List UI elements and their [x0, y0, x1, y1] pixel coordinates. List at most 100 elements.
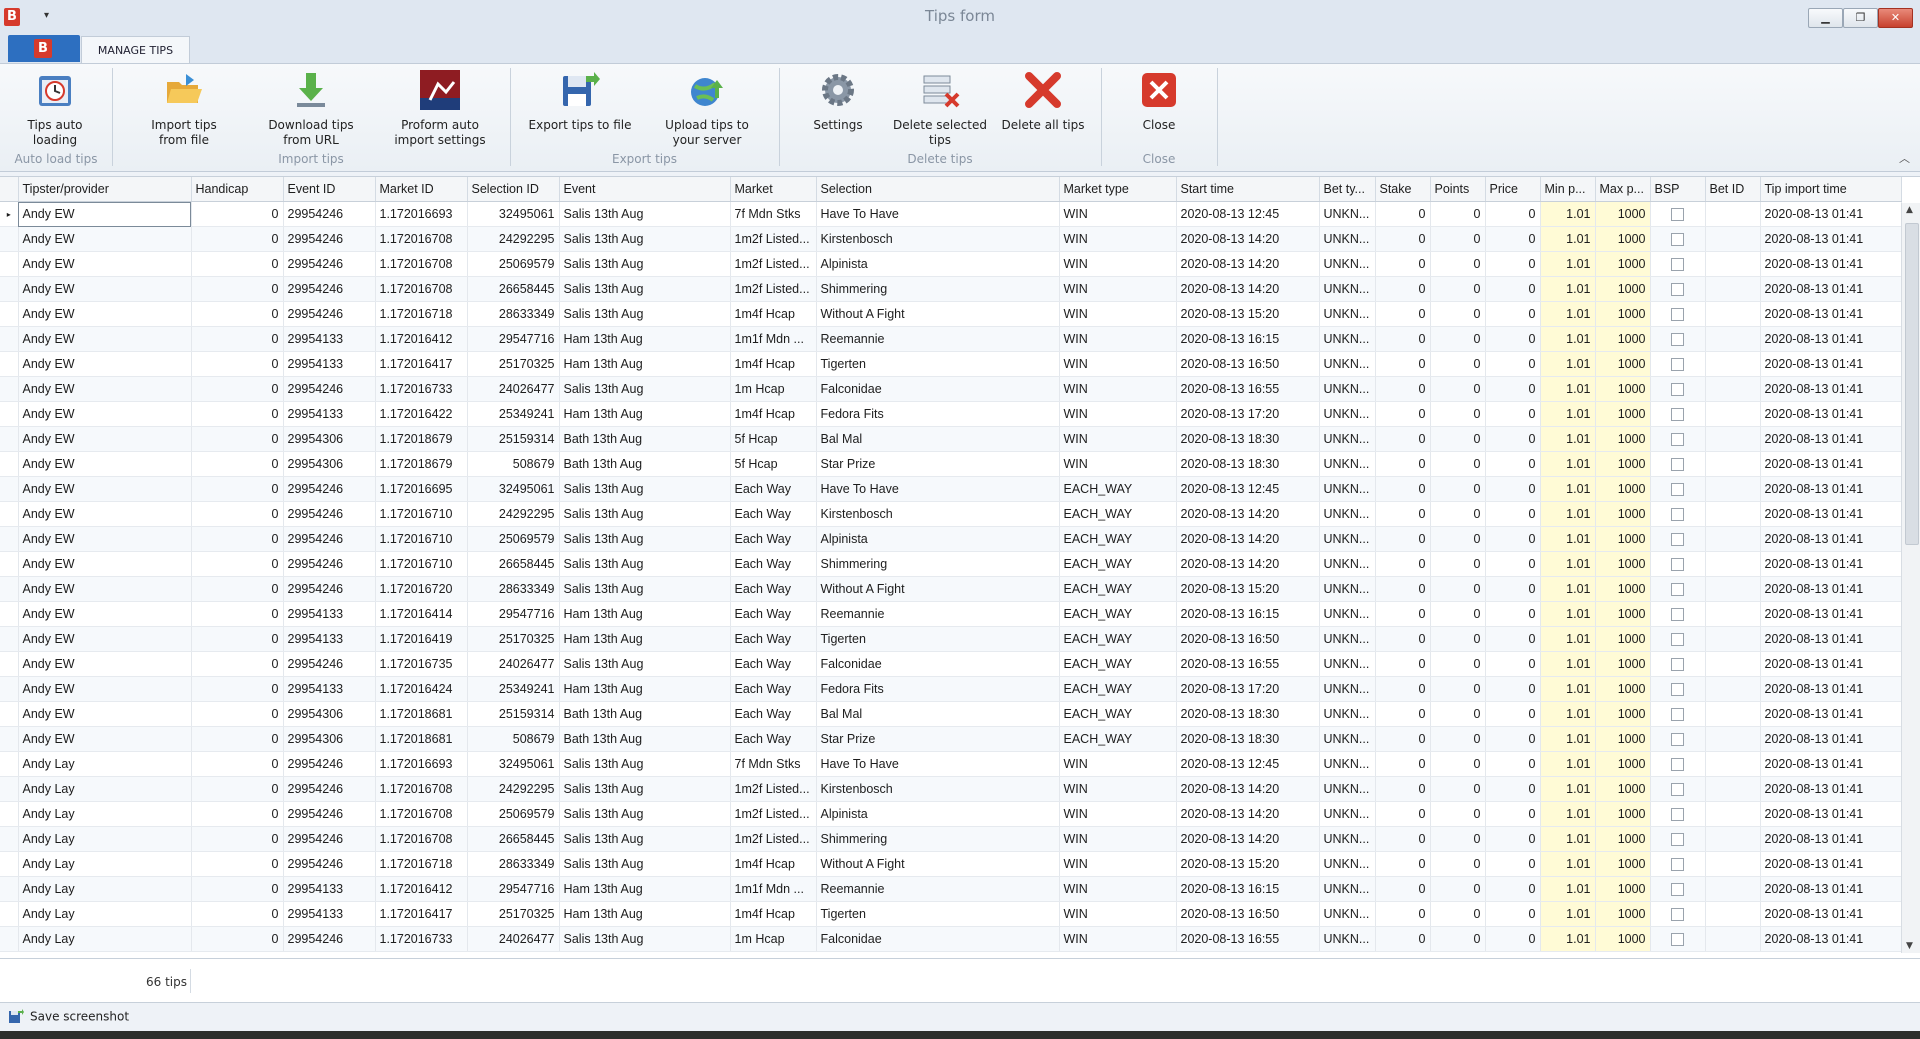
table-cell[interactable]: UNKN...: [1319, 926, 1376, 952]
table-cell[interactable]: 0: [191, 776, 284, 802]
table-cell[interactable]: Andy EW: [18, 626, 192, 652]
table-cell[interactable]: 0: [1485, 726, 1541, 752]
table-cell[interactable]: 29954246: [283, 201, 376, 227]
table-cell[interactable]: 1.172016693: [375, 751, 468, 777]
table-cell[interactable]: 0: [1430, 851, 1486, 877]
table-cell[interactable]: 1.172016419: [375, 626, 468, 652]
table-cell[interactable]: 1m2f Listed...: [730, 226, 817, 252]
table-cell[interactable]: 0: [1485, 451, 1541, 477]
table-cell[interactable]: 0: [1375, 376, 1431, 402]
table-cell[interactable]: 0: [1485, 876, 1541, 902]
table-cell[interactable]: 0: [191, 401, 284, 427]
table-cell[interactable]: 2020-08-13 01:41: [1760, 301, 1902, 327]
table-cell[interactable]: Salis 13th Aug: [559, 851, 731, 877]
table-cell[interactable]: UNKN...: [1319, 876, 1376, 902]
row-indicator[interactable]: [0, 676, 19, 702]
bsp-checkbox[interactable]: [1671, 483, 1684, 497]
table-cell[interactable]: 2020-08-13 01:41: [1760, 626, 1902, 652]
bsp-checkbox-cell[interactable]: [1650, 276, 1706, 302]
table-cell[interactable]: 0: [191, 226, 284, 252]
table-cell[interactable]: 1000: [1595, 726, 1651, 752]
table-cell[interactable]: 0: [1375, 651, 1431, 677]
table-cell[interactable]: 1.01: [1540, 676, 1596, 702]
table-cell[interactable]: Salis 13th Aug: [559, 201, 731, 227]
table-cell[interactable]: 0: [1430, 376, 1486, 402]
upload-tips-to-server-button[interactable]: Upload tips to your server: [655, 70, 759, 148]
table-row[interactable]: Andy EW 0 29954246 1.172016710 24292295 Salis…: [0, 501, 1902, 527]
table-cell[interactable]: 29954306: [283, 726, 376, 752]
table-cell[interactable]: 26658445: [467, 826, 560, 852]
table-cell[interactable]: [1705, 301, 1761, 327]
table-cell[interactable]: 0: [1485, 551, 1541, 577]
table-cell[interactable]: Reemannie: [816, 876, 1060, 902]
table-cell[interactable]: UNKN...: [1319, 326, 1376, 352]
table-cell[interactable]: 29954133: [283, 676, 376, 702]
table-cell[interactable]: 1m2f Listed...: [730, 801, 817, 827]
column-header[interactable]: Bet ty...: [1319, 177, 1376, 202]
table-cell[interactable]: 7f Mdn Stks: [730, 751, 817, 777]
table-cell[interactable]: 1.172016414: [375, 601, 468, 627]
table-cell[interactable]: Salis 13th Aug: [559, 276, 731, 302]
table-cell[interactable]: 2020-08-13 16:55: [1176, 651, 1320, 677]
row-indicator[interactable]: [0, 576, 19, 602]
table-cell[interactable]: 29954246: [283, 651, 376, 677]
table-cell[interactable]: 0: [191, 351, 284, 377]
table-cell[interactable]: 2020-08-13 01:41: [1760, 601, 1902, 627]
table-cell[interactable]: 0: [1430, 651, 1486, 677]
table-cell[interactable]: Each Way: [730, 501, 817, 527]
table-cell[interactable]: 28633349: [467, 576, 560, 602]
table-cell[interactable]: WIN: [1059, 201, 1177, 227]
table-cell[interactable]: Andy Lay: [18, 876, 192, 902]
table-row[interactable]: Andy EW 0 29954133 1.172016412 29547716 Ham 1…: [0, 326, 1902, 352]
table-cell[interactable]: 1.172016412: [375, 326, 468, 352]
table-cell[interactable]: EACH_WAY: [1059, 701, 1177, 727]
table-cell[interactable]: 5f Hcap: [730, 451, 817, 477]
table-cell[interactable]: 1000: [1595, 201, 1651, 227]
bsp-checkbox-cell[interactable]: [1650, 401, 1706, 427]
table-cell[interactable]: 25170325: [467, 351, 560, 377]
table-cell[interactable]: WIN: [1059, 876, 1177, 902]
table-cell[interactable]: 0: [191, 801, 284, 827]
table-cell[interactable]: 2020-08-13 01:41: [1760, 226, 1902, 252]
table-cell[interactable]: [1705, 451, 1761, 477]
row-indicator[interactable]: [0, 901, 19, 927]
table-cell[interactable]: 1.172018681: [375, 726, 468, 752]
table-cell[interactable]: Tigerten: [816, 626, 1060, 652]
table-cell[interactable]: 0: [191, 626, 284, 652]
bsp-checkbox[interactable]: [1671, 258, 1684, 272]
table-cell[interactable]: UNKN...: [1319, 351, 1376, 377]
table-row[interactable]: Andy EW 0 29954133 1.172016414 29547716 Ham 1…: [0, 601, 1902, 627]
table-cell[interactable]: Kirstenbosch: [816, 501, 1060, 527]
bsp-checkbox[interactable]: [1671, 533, 1684, 547]
table-cell[interactable]: EACH_WAY: [1059, 651, 1177, 677]
table-cell[interactable]: Andy EW: [18, 726, 192, 752]
table-row[interactable]: Andy EW 0 29954246 1.172016708 26658445 Salis…: [0, 276, 1902, 302]
table-cell[interactable]: UNKN...: [1319, 426, 1376, 452]
table-cell[interactable]: 1.01: [1540, 351, 1596, 377]
table-cell[interactable]: UNKN...: [1319, 851, 1376, 877]
table-cell[interactable]: 1000: [1595, 276, 1651, 302]
import-tips-from-file-button[interactable]: Import tips from file: [140, 70, 228, 148]
table-cell[interactable]: 2020-08-13 15:20: [1176, 576, 1320, 602]
table-cell[interactable]: Bath 13th Aug: [559, 451, 731, 477]
row-indicator[interactable]: [0, 776, 19, 802]
table-cell[interactable]: 0: [191, 701, 284, 727]
bsp-checkbox-cell[interactable]: [1650, 351, 1706, 377]
table-cell[interactable]: 0: [1485, 276, 1541, 302]
table-cell[interactable]: Without A Fight: [816, 301, 1060, 327]
row-indicator[interactable]: [0, 526, 19, 552]
table-cell[interactable]: 0: [191, 576, 284, 602]
table-cell[interactable]: 2020-08-13 16:15: [1176, 326, 1320, 352]
column-header[interactable]: Points: [1430, 177, 1486, 202]
table-cell[interactable]: [1705, 776, 1761, 802]
table-cell[interactable]: Ham 13th Aug: [559, 326, 731, 352]
table-cell[interactable]: 0: [1485, 651, 1541, 677]
table-cell[interactable]: UNKN...: [1319, 726, 1376, 752]
table-cell[interactable]: 1.172018679: [375, 451, 468, 477]
table-cell[interactable]: 0: [1485, 901, 1541, 927]
table-cell[interactable]: 0: [1485, 826, 1541, 852]
table-cell[interactable]: [1705, 676, 1761, 702]
table-cell[interactable]: UNKN...: [1319, 651, 1376, 677]
table-cell[interactable]: 1.172018681: [375, 701, 468, 727]
row-indicator[interactable]: [0, 401, 19, 427]
